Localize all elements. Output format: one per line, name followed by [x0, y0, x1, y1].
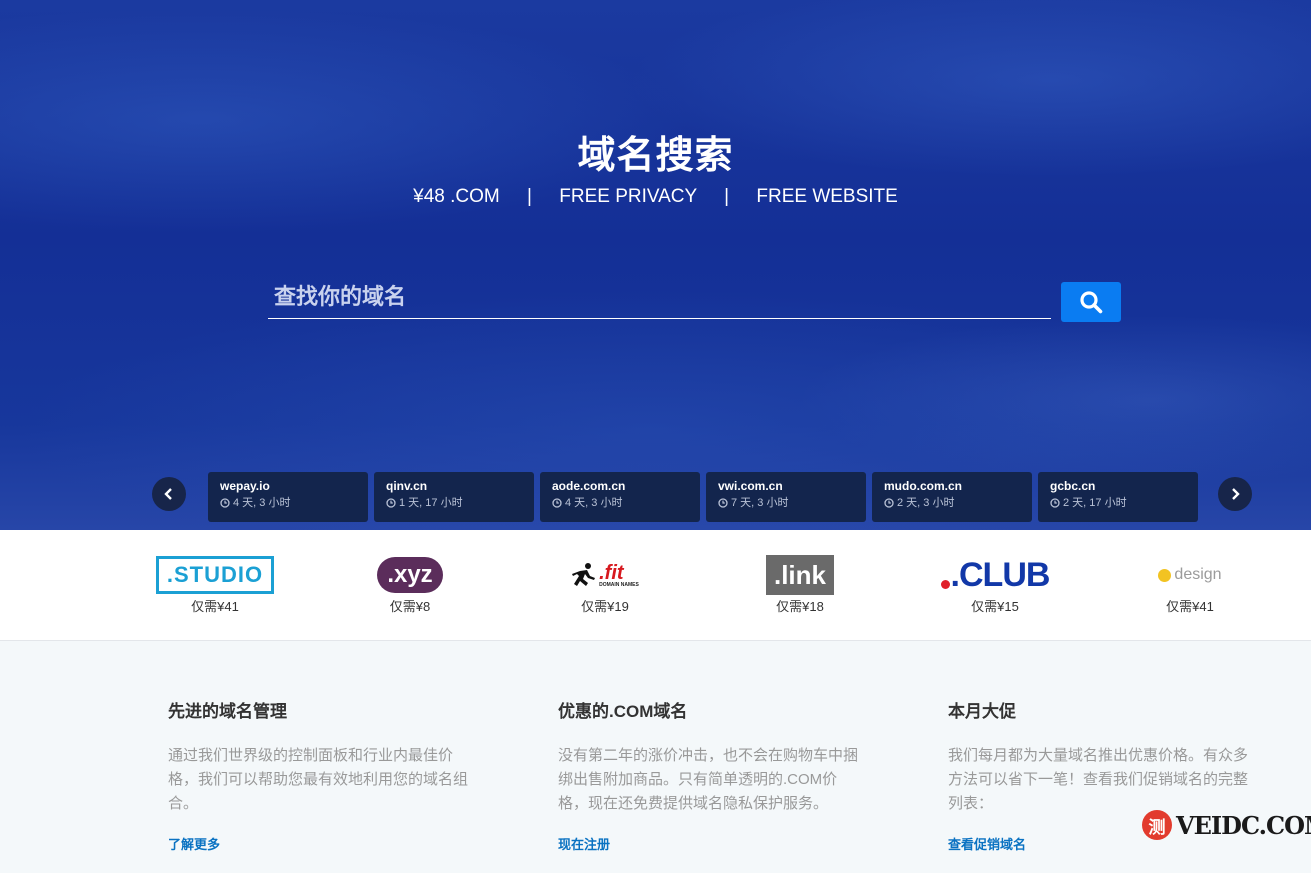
fit-logo: .fit: [599, 561, 624, 584]
register-now-link[interactable]: 现在注册: [558, 834, 858, 853]
studio-logo: .STUDIO: [155, 556, 275, 594]
tld-price: 仅需¥19: [581, 599, 629, 614]
ticker-item[interactable]: qinv.cn 1 天, 17 小时: [374, 472, 534, 522]
xyz-logo: .xyz: [377, 557, 443, 593]
ticker-item[interactable]: wepay.io 4 天, 3 小时: [208, 472, 368, 522]
design-dot-icon: [1158, 568, 1172, 582]
feature-com-domain: 优惠的.COM域名 没有第二年的涨价冲击，也不会在购物车中捆绑出售附加商品。只有…: [558, 697, 858, 853]
ticker-domain: wepay.io: [220, 479, 270, 493]
tld-item-xyz[interactable]: .xyz 仅需¥8: [330, 554, 490, 615]
clock-icon: [220, 498, 230, 508]
ticker-domain: vwi.com.cn: [718, 479, 783, 493]
search-icon: [1080, 291, 1103, 314]
ticker-time: 4 天, 3 小时: [233, 497, 291, 509]
feature-title: 先进的域名管理: [168, 702, 287, 721]
ticker-next-button[interactable]: [1218, 477, 1252, 511]
search-bar: [268, 278, 1051, 319]
ticker-item[interactable]: vwi.com.cn 7 天, 3 小时: [706, 472, 866, 522]
ticker-item[interactable]: gcbc.cn 2 天, 17 小时: [1038, 472, 1198, 522]
ticker-prev-button[interactable]: [152, 477, 186, 511]
watermark-text: VEIDC.COM: [1176, 810, 1311, 840]
feature-title: 优惠的.COM域名: [558, 702, 688, 721]
feature-body: 我们每月都为大量域名推出优惠价格。有众多方法可以省下一笔！查看我们促销域名的完整…: [948, 747, 1249, 812]
tld-price: 仅需¥41: [1166, 599, 1214, 614]
tld-price: 仅需¥8: [389, 599, 431, 614]
feature-body: 通过我们世界级的控制面板和行业内最佳价格，我们可以帮助您最有效地利用您的域名组合…: [168, 747, 469, 812]
clock-icon: [718, 498, 728, 508]
feature-domain-management: 先进的域名管理 通过我们世界级的控制面板和行业内最佳价格，我们可以帮助您最有效地…: [168, 697, 468, 853]
search-button[interactable]: [1061, 282, 1121, 322]
tld-item-studio[interactable]: .STUDIO 仅需¥41: [135, 554, 295, 615]
page-title: 域名搜索: [577, 135, 734, 177]
tagline-free-privacy: FREE PRIVACY: [559, 186, 697, 207]
tagline-free-website: FREE WEBSITE: [756, 186, 898, 207]
club-logo: .CLUB: [950, 555, 1051, 594]
clock-icon: [1050, 498, 1060, 508]
ticker-time: 2 天, 17 小时: [1063, 497, 1127, 509]
fit-logo-caption: DOMAIN NAMES: [599, 581, 639, 588]
club-dot-icon: [940, 579, 950, 589]
tld-item-design[interactable]: design 仅需¥41: [1110, 554, 1270, 615]
tagline-separator: |: [724, 186, 730, 207]
clock-icon: [386, 498, 396, 508]
ticker-time: 4 天, 3 小时: [565, 497, 623, 509]
chevron-left-icon: [164, 488, 172, 500]
tagline-com-price: ¥48 .COM: [413, 186, 500, 207]
ticker-time: 2 天, 3 小时: [897, 497, 955, 509]
hero-tagline: ¥48 .COM | FREE PRIVACY | FREE WEBSITE: [0, 186, 1311, 208]
hero-banner: 域名搜索 ¥48 .COM | FREE PRIVACY | FREE WEBS…: [0, 0, 1311, 530]
domain-search-input[interactable]: [268, 278, 1051, 316]
clock-icon: [552, 498, 562, 508]
ticker-domain: aode.com.cn: [552, 479, 626, 493]
ticker-item[interactable]: mudo.com.cn 2 天, 3 小时: [872, 472, 1032, 522]
ticker-domain: mudo.com.cn: [884, 479, 963, 493]
ticker-time: 7 天, 3 小时: [731, 497, 789, 509]
ticker-time: 1 天, 17 小时: [399, 497, 463, 509]
watermark-badge: 测: [1142, 810, 1172, 840]
tld-price: 仅需¥41: [191, 599, 239, 614]
tld-price: 仅需¥15: [971, 599, 1019, 614]
learn-more-link[interactable]: 了解更多: [168, 834, 468, 853]
tld-item-club[interactable]: .CLUB 仅需¥15: [915, 554, 1075, 615]
tld-price: 仅需¥18: [776, 599, 824, 614]
tld-item-fit[interactable]: .fit DOMAIN NAMES 仅需¥19: [525, 554, 685, 615]
tagline-separator: |: [527, 186, 532, 207]
link-logo: .link: [765, 555, 834, 595]
features-section: 先进的域名管理 通过我们世界级的控制面板和行业内最佳价格，我们可以帮助您最有效地…: [0, 641, 1311, 873]
watermark: 测 VEIDC.COM: [1142, 810, 1311, 840]
clock-icon: [884, 498, 894, 508]
tld-item-link[interactable]: .link 仅需¥18: [720, 554, 880, 615]
feature-title: 本月大促: [948, 702, 1016, 721]
feature-body: 没有第二年的涨价冲击，也不会在购物车中捆绑出售附加商品。只有简单透明的.COM价…: [558, 747, 859, 812]
ticker-domain: qinv.cn: [386, 479, 428, 493]
chevron-right-icon: [1232, 488, 1240, 500]
ticker-item[interactable]: aode.com.cn 4 天, 3 小时: [540, 472, 700, 522]
tld-promo-strip: .STUDIO 仅需¥41 .xyz 仅需¥8 .fit DOMAIN NAME…: [0, 530, 1311, 641]
ticker-domain: gcbc.cn: [1050, 479, 1096, 493]
design-logo: design: [1174, 566, 1222, 583]
runner-icon: [572, 563, 596, 586]
